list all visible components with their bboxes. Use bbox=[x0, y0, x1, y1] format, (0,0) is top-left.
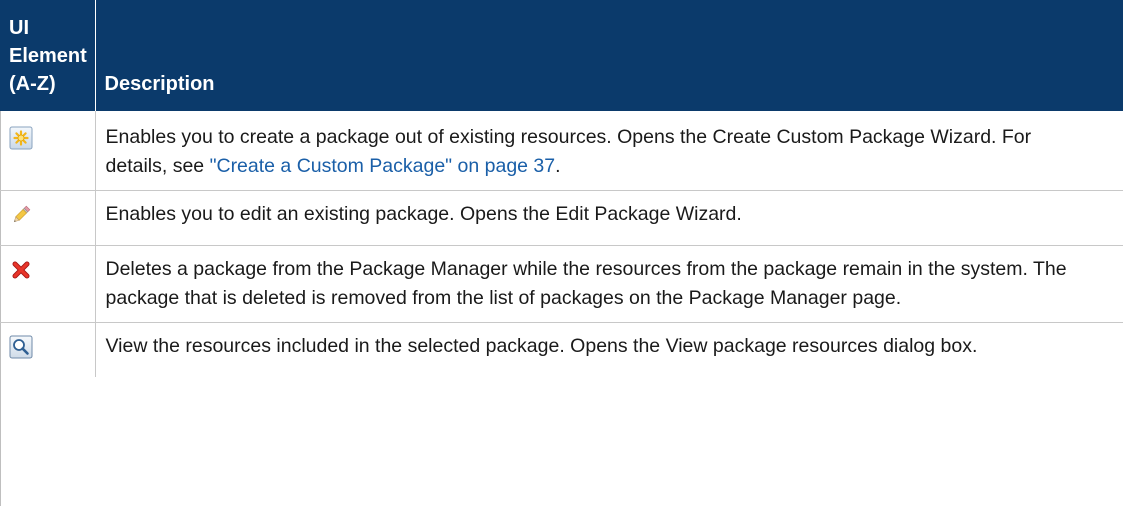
create-custom-package-link[interactable]: "Create a Custom Package" on page 37 bbox=[210, 155, 556, 177]
ui-element-table: UI Element (A-Z) Description Enables you… bbox=[0, 0, 1123, 377]
view-magnifier-icon bbox=[9, 335, 33, 359]
description-cell: View the resources included in the selec… bbox=[105, 335, 978, 357]
table-row: Deletes a package from the Package Manag… bbox=[0, 245, 1123, 323]
ui-element-cell bbox=[0, 111, 96, 191]
column-header-ui-element: UI Element (A-Z) bbox=[0, 0, 96, 111]
table-header-row: UI Element (A-Z) Description bbox=[0, 0, 1123, 111]
table-row: View the resources included in the selec… bbox=[0, 322, 1123, 377]
column-header-description: Description bbox=[95, 0, 1123, 111]
description-cell: Deletes a package from the Package Manag… bbox=[95, 245, 1123, 323]
ui-element-cell bbox=[0, 322, 96, 377]
delete-x-icon bbox=[9, 258, 33, 282]
ui-element-cell bbox=[0, 190, 96, 246]
table-row: Enables you to edit an existing package.… bbox=[0, 190, 1123, 246]
new-package-icon bbox=[9, 126, 33, 150]
table-row: Enables you to create a package out of e… bbox=[0, 111, 1123, 191]
description-text-end: . bbox=[555, 155, 561, 177]
description-cell: Enables you to create a package out of e… bbox=[95, 111, 1123, 191]
description-cell: Enables you to edit an existing package.… bbox=[95, 190, 1123, 246]
edit-pencil-icon bbox=[9, 203, 33, 227]
ui-element-cell bbox=[0, 245, 96, 323]
